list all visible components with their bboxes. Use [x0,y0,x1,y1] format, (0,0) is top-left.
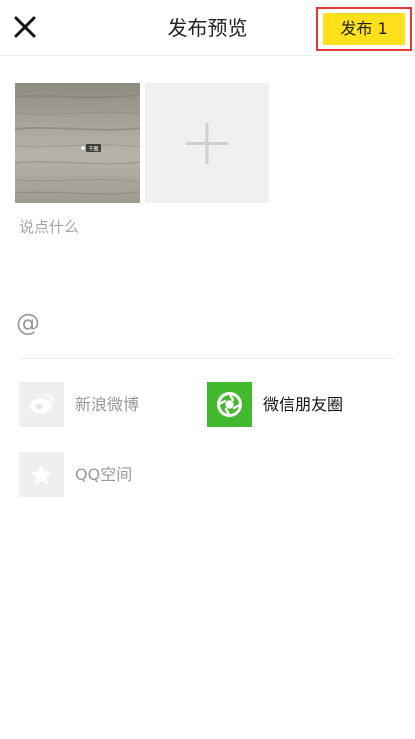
share-weibo[interactable]: 新浪微博 [19,382,179,428]
share-wechat-moments[interactable]: 微信朋友圈 [207,382,367,428]
caption-input[interactable]: 说点什么 [19,216,79,238]
add-photo-button[interactable] [145,83,269,203]
publish-preview-page: 发布预览 发布 1 千图 说点什么 @ 新浪微博 微信朋友圈 QQ空间 [0,0,415,739]
publish-button-highlight: 发布 1 [316,7,412,51]
photo-tag-label: 千图 [88,146,98,153]
share-qzone-label: QQ空间 [75,465,133,484]
publish-button[interactable]: 发布 1 [323,13,405,45]
share-qzone[interactable]: QQ空间 [19,452,179,498]
photo-thumbnail[interactable]: 千图 [15,83,140,203]
mention-button[interactable]: @ [16,308,40,338]
share-wechat-moments-label: 微信朋友圈 [263,395,344,414]
section-divider [19,358,396,359]
plus-icon [186,123,228,164]
share-weibo-label: 新浪微博 [75,395,140,414]
weibo-icon [19,382,64,427]
wechat-moments-icon [207,382,252,427]
qzone-star-icon [19,452,64,497]
header-bar: 发布预览 发布 1 [0,0,415,56]
